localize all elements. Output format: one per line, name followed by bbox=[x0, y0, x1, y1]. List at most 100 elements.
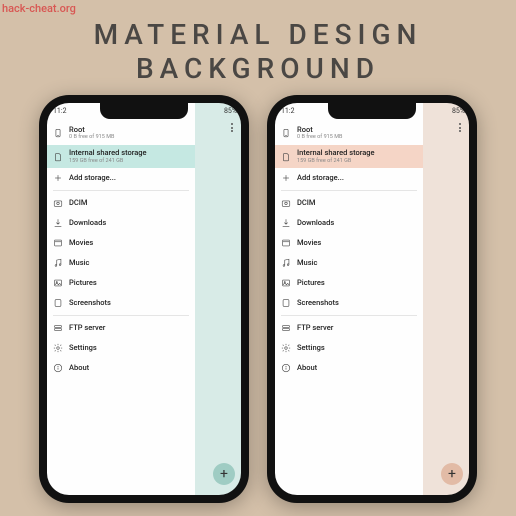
divider bbox=[281, 315, 417, 316]
pictures-label: Pictures bbox=[69, 279, 97, 287]
ftp-label: FTP server bbox=[297, 324, 333, 332]
title-line-2: BACKGROUND bbox=[0, 52, 516, 86]
page-title: MATERIAL DESIGN BACKGROUND bbox=[0, 0, 516, 95]
add-storage-label: Add storage... bbox=[297, 174, 344, 182]
drawer-item-music[interactable]: Music bbox=[275, 253, 423, 273]
content-pane: 85% + bbox=[195, 103, 241, 495]
ftp-label: FTP server bbox=[69, 324, 105, 332]
screenshots-label: Screenshots bbox=[69, 299, 111, 307]
image-icon bbox=[281, 278, 291, 288]
info-icon bbox=[53, 363, 63, 373]
drawer-item-root[interactable]: Root 0 B free of 915 MB bbox=[275, 121, 423, 145]
gear-icon bbox=[53, 343, 63, 353]
screenshots-label: Screenshots bbox=[297, 299, 339, 307]
phone-icon bbox=[53, 128, 63, 138]
drawer-item-screenshots[interactable]: Screenshots bbox=[275, 293, 423, 313]
status-battery: 85% bbox=[224, 107, 237, 115]
title-line-1: MATERIAL DESIGN bbox=[0, 18, 516, 52]
movies-label: Movies bbox=[297, 239, 321, 247]
phones-row: 11:2 Root 0 B free of 915 MB Internal sh… bbox=[0, 95, 516, 503]
drawer-item-about[interactable]: About bbox=[275, 358, 423, 378]
menu-button[interactable] bbox=[459, 123, 461, 132]
phone-icon bbox=[281, 128, 291, 138]
fab-add[interactable]: + bbox=[441, 463, 463, 485]
drawer-item-movies[interactable]: Movies bbox=[47, 233, 195, 253]
info-icon bbox=[281, 363, 291, 373]
settings-label: Settings bbox=[297, 344, 325, 352]
drawer-item-add-storage[interactable]: Add storage... bbox=[47, 168, 195, 188]
root-sub: 0 B free of 915 MB bbox=[297, 134, 417, 140]
camera-icon bbox=[281, 198, 291, 208]
drawer-item-screenshots[interactable]: Screenshots bbox=[47, 293, 195, 313]
shared-sub: 159 GB free of 241 GB bbox=[69, 158, 189, 164]
shared-label: Internal shared storage bbox=[297, 149, 417, 157]
about-label: About bbox=[297, 364, 317, 372]
nav-drawer: 11:2 Root 0 B free of 915 MB Internal sh… bbox=[47, 103, 195, 495]
drawer-item-settings[interactable]: Settings bbox=[47, 338, 195, 358]
drawer-item-downloads[interactable]: Downloads bbox=[47, 213, 195, 233]
server-icon bbox=[53, 323, 63, 333]
download-icon bbox=[53, 218, 63, 228]
phone-mockup-teal: 11:2 Root 0 B free of 915 MB Internal sh… bbox=[39, 95, 249, 503]
dcim-label: DCIM bbox=[69, 199, 87, 207]
image-icon bbox=[53, 278, 63, 288]
music-icon bbox=[281, 258, 291, 268]
film-icon bbox=[53, 238, 63, 248]
plus-icon bbox=[281, 173, 291, 183]
phone-screen: 11:2 Root 0 B free of 915 MB Internal sh… bbox=[47, 103, 241, 495]
plus-icon bbox=[53, 173, 63, 183]
menu-button[interactable] bbox=[231, 123, 233, 132]
drawer-item-settings[interactable]: Settings bbox=[275, 338, 423, 358]
drawer-item-dcim[interactable]: DCIM bbox=[47, 193, 195, 213]
phone-mockup-peach: 11:2 Root 0 B free of 915 MB Internal sh… bbox=[267, 95, 477, 503]
phone-notch bbox=[328, 103, 416, 119]
drawer-item-pictures[interactable]: Pictures bbox=[275, 273, 423, 293]
drawer-item-dcim[interactable]: DCIM bbox=[275, 193, 423, 213]
shared-sub: 159 GB free of 241 GB bbox=[297, 158, 417, 164]
film-icon bbox=[281, 238, 291, 248]
drawer-item-downloads[interactable]: Downloads bbox=[275, 213, 423, 233]
sd-card-icon bbox=[53, 152, 63, 162]
watermark-text: hack-cheat.org bbox=[2, 2, 76, 15]
downloads-label: Downloads bbox=[297, 219, 334, 227]
camera-icon bbox=[53, 198, 63, 208]
phone-notch bbox=[100, 103, 188, 119]
dcim-label: DCIM bbox=[297, 199, 315, 207]
screenshot-icon bbox=[281, 298, 291, 308]
drawer-item-ftp[interactable]: FTP server bbox=[275, 318, 423, 338]
divider bbox=[53, 315, 189, 316]
music-label: Music bbox=[297, 259, 317, 267]
music-label: Music bbox=[69, 259, 89, 267]
drawer-item-pictures[interactable]: Pictures bbox=[47, 273, 195, 293]
settings-label: Settings bbox=[69, 344, 97, 352]
movies-label: Movies bbox=[69, 239, 93, 247]
status-time: 11:2 bbox=[281, 107, 295, 115]
drawer-item-root[interactable]: Root 0 B free of 915 MB bbox=[47, 121, 195, 145]
phone-screen: 11:2 Root 0 B free of 915 MB Internal sh… bbox=[275, 103, 469, 495]
drawer-item-about[interactable]: About bbox=[47, 358, 195, 378]
shared-label: Internal shared storage bbox=[69, 149, 189, 157]
add-storage-label: Add storage... bbox=[69, 174, 116, 182]
drawer-item-add-storage[interactable]: Add storage... bbox=[275, 168, 423, 188]
downloads-label: Downloads bbox=[69, 219, 106, 227]
about-label: About bbox=[69, 364, 89, 372]
server-icon bbox=[281, 323, 291, 333]
drawer-item-music[interactable]: Music bbox=[47, 253, 195, 273]
drawer-item-shared-storage[interactable]: Internal shared storage 159 GB free of 2… bbox=[275, 145, 423, 167]
divider bbox=[281, 190, 417, 191]
divider bbox=[53, 190, 189, 191]
gear-icon bbox=[281, 343, 291, 353]
drawer-item-movies[interactable]: Movies bbox=[275, 233, 423, 253]
content-pane: 85% + bbox=[423, 103, 469, 495]
music-icon bbox=[53, 258, 63, 268]
fab-add[interactable]: + bbox=[213, 463, 235, 485]
download-icon bbox=[281, 218, 291, 228]
nav-drawer: 11:2 Root 0 B free of 915 MB Internal sh… bbox=[275, 103, 423, 495]
sd-card-icon bbox=[281, 152, 291, 162]
root-sub: 0 B free of 915 MB bbox=[69, 134, 189, 140]
pictures-label: Pictures bbox=[297, 279, 325, 287]
status-time: 11:2 bbox=[53, 107, 67, 115]
status-battery: 85% bbox=[452, 107, 465, 115]
drawer-item-ftp[interactable]: FTP server bbox=[47, 318, 195, 338]
drawer-item-shared-storage[interactable]: Internal shared storage 159 GB free of 2… bbox=[47, 145, 195, 167]
